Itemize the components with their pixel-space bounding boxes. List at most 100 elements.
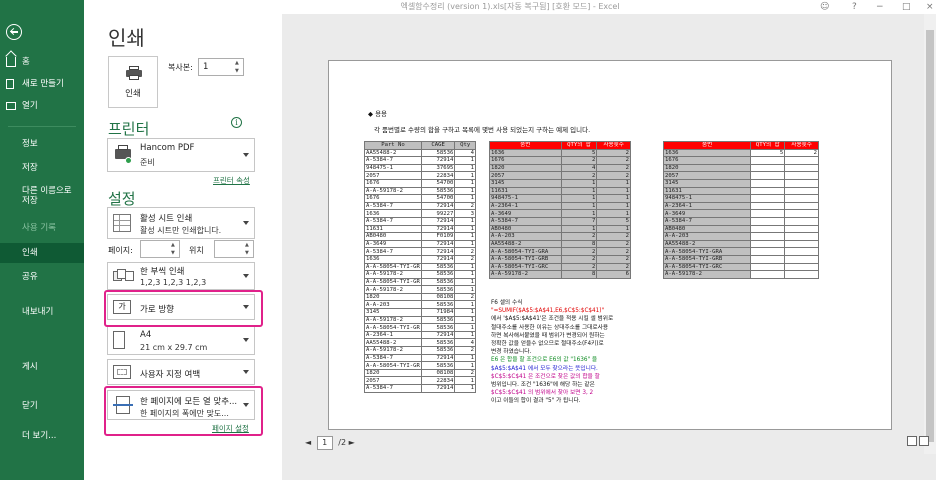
table-cell: 22834 [420,171,456,180]
settings-section-title: 설정 [108,190,136,208]
current-page-input[interactable]: 1 [316,436,333,450]
table-row: A-5384-7 72914 1 [364,384,476,393]
table-cell: 1 [454,308,476,317]
sidebar-item-more[interactable]: 더 보기... [0,426,84,446]
orientation-dropdown[interactable]: 가 가로 방향 [107,294,255,320]
home-icon [6,57,16,67]
spin-down-icon[interactable]: ▼ [235,68,241,74]
sidebar-item-label: 홈 [22,57,30,67]
summary-table: 품번 QTY의 합 사용횟수 1636 5 2 1676 2 2 1820 4 2 2057 2 2 3145… [489,141,631,279]
table-row: AB0480 F0109 1 [364,232,476,241]
table-cell: 2 [560,247,598,256]
table-row: 1636 99227 3 [364,209,476,218]
table-cell: A-A-59178-2 [364,186,422,196]
table-cell: 948475-1 [489,194,562,203]
table-cell: A-5384-7 [364,247,422,256]
spin-up-icon[interactable]: ▲ [171,242,177,248]
table-cell: 58536 [420,262,456,272]
table-cell: 58536 [420,338,456,348]
smiley-icon[interactable]: ☺ [820,0,829,14]
next-page-icon[interactable]: ► [349,438,355,447]
spin-down-icon[interactable]: ▼ [245,250,251,256]
table-header-cell: QTY의 합 [750,141,786,150]
table-row: 2057 [662,171,819,180]
table-cell: 2 [454,254,476,264]
sidebar-item-home[interactable]: 홈 [0,52,84,72]
table-cell [784,239,819,249]
page-navigator: ◄ 1 /2 ► [305,436,355,450]
sidebar-item-label: 더 보기... [22,431,57,441]
pages-from-input[interactable]: ▲ ▼ [140,240,180,258]
table-row: 3145 1 1 [489,178,631,188]
table-row: AB0480 [662,224,819,234]
table-cell: 37695 [420,163,456,173]
spin-down-icon[interactable]: ▼ [171,250,177,256]
page-setup-link[interactable]: 페이지 설정 [212,423,249,434]
prev-page-icon[interactable]: ◄ [305,438,311,447]
table-cell: A-A-59178-2 [364,315,422,325]
sidebar-item-save-as[interactable]: 다른 이름으로 저장 [0,184,84,208]
minimize-icon[interactable]: − [876,0,884,14]
sidebar-item-share[interactable]: 공유 [0,267,84,287]
table-cell: 72914 [420,353,456,363]
collate-dropdown[interactable]: 한 부씩 인쇄 1,2,3 1,2,3 1,2,3 [107,262,255,290]
scrollbar-thumb[interactable] [926,30,934,442]
table-row: A-A-59178-2 58536 2 [364,346,476,355]
spin-up-icon[interactable]: ▲ [245,242,251,248]
close-icon[interactable]: × [926,0,934,14]
parts-table: Part No CAGE Qty AA55488-2 58536 4 A-5384-7 729… [364,141,476,393]
help-icon[interactable]: ? [852,0,857,14]
spin-up-icon[interactable]: ▲ [235,60,241,66]
sidebar-item-new[interactable]: 새로 만들기 [0,74,84,94]
table-row: 1820 4 2 [489,163,631,173]
table-cell [784,216,819,226]
printer-dropdown[interactable]: Hancom PDF 준비 [107,138,255,172]
table-cell: 72914 [420,201,456,211]
table-row: A-A-58054-TYI-GRA [662,247,819,256]
copies-input[interactable]: 1 ▲ ▼ [198,58,244,76]
table-cell [750,254,786,264]
scaling-dropdown[interactable]: 한 페이지에 모든 열 맞추... 한 페이지의 폭에만 맞도... [107,390,255,420]
table-row: A-3649 72914 1 [364,239,476,249]
info-icon[interactable]: i [231,117,242,128]
sidebar-item-close[interactable]: 닫기 [0,396,84,416]
table-cell: 11631 [364,224,422,234]
table-row: 1820 08108 2 [364,292,476,302]
table-row: 1636 5 2 [662,148,819,158]
sidebar-item-open[interactable]: 열기 [0,96,84,116]
sidebar-item-print[interactable]: 인쇄 [0,243,84,263]
table-row: A-A-59178-2 58536 1 [364,186,476,196]
table-cell: 2 [560,232,598,241]
print-button[interactable]: 인쇄 [108,56,158,108]
table-row: 1636 72914 2 [364,254,476,264]
table-row: A-2364-1 [662,201,819,211]
table-cell: A-A-58054-TYI-GRA [662,247,752,256]
backstage-sidebar: 홈 새로 만들기 열기 정보 저장 다른 이름으로 저장 사용 기록 인쇄 공유… [0,0,84,480]
print-what-dropdown[interactable]: 활성 시트 인쇄 활성 시트만 인쇄합니다. [107,207,255,239]
sidebar-item-publish[interactable]: 게시 [0,357,84,377]
sidebar-item-export[interactable]: 내보내기 [0,302,84,322]
table-cell: 1676 [489,156,562,165]
restore-icon[interactable]: □ [902,0,911,14]
zoom-to-page-icon[interactable] [919,436,929,446]
sidebar-item-label: 다른 이름으로 [22,186,72,196]
sidebar-item-info[interactable]: 정보 [0,134,84,154]
margins-dropdown[interactable]: 사용자 지정 여백 [107,359,255,385]
printer-properties-link[interactable]: 프린터 속성 [213,175,250,186]
table-row: A-A-59178-2 58536 1 [364,315,476,325]
table-cell: 1 [596,201,631,211]
show-margins-icon[interactable] [907,436,917,446]
margins-value: 사용자 지정 여백 [140,370,201,380]
table-cell: 72914 [420,247,456,256]
table-cell [750,201,786,211]
pages-to-input[interactable]: ▲ ▼ [214,240,254,258]
table-cell: A-A-203 [489,232,562,241]
back-arrow-icon[interactable] [6,24,22,40]
table-cell: 72914 [420,384,456,393]
paper-size-dropdown[interactable]: A4 21 cm x 29.7 cm [107,325,255,355]
table-cell: 3145 [364,308,422,317]
preview-scrollbar[interactable] [924,14,936,454]
sidebar-item-save[interactable]: 저장 [0,158,84,178]
table-cell [750,232,786,241]
table-cell: 1 [596,186,631,196]
